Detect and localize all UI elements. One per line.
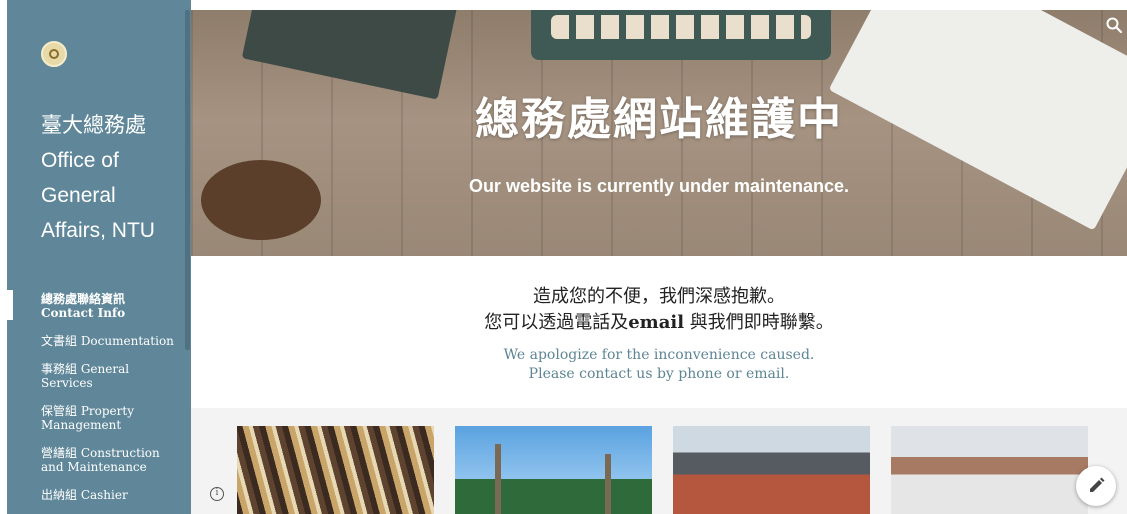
- hero-banner: 總務處網站維護中 Our website is currently under …: [191, 10, 1127, 256]
- gallery-image-rooftop-view[interactable]: [891, 426, 1088, 514]
- apology-text-zh: 造成您的不便，我們深感抱歉。: [533, 286, 785, 307]
- contact-text-zh: 您可以透過電話及email 與我們即時聯繫。: [191, 308, 1127, 334]
- active-nav-indicator: [0, 290, 13, 320]
- info-icon[interactable]: i: [210, 487, 224, 501]
- pencil-icon[interactable]: [1076, 466, 1116, 506]
- sidebar-item-general-services[interactable]: 事務組 General Services: [41, 362, 181, 390]
- sidebar-item-construction-maintenance[interactable]: 營繕組 Construction and Maintenance: [41, 446, 181, 474]
- hero-subtitle: Our website is currently under maintenan…: [468, 176, 850, 196]
- hero-pinecone-decoration: [201, 160, 321, 240]
- contact-text-zh-after: 與我們即時聯繫。: [684, 312, 834, 333]
- apology-text-en: We apologize for the inconvenience cause…: [191, 346, 1127, 384]
- site-title-line: Affairs, NTU: [41, 219, 155, 242]
- sidebar-item-documentation[interactable]: 文書組 Documentation: [41, 334, 181, 348]
- palm-trunk: [495, 444, 501, 514]
- apology-text-en-line1: We apologize for the inconvenience cause…: [503, 347, 815, 363]
- search-icon[interactable]: [1105, 16, 1123, 34]
- page-left-margin: [0, 0, 7, 514]
- site-title-line: General: [41, 184, 116, 207]
- sidebar-item-property-management[interactable]: 保管組 Property Management: [41, 404, 181, 432]
- gallery-image-archive-files[interactable]: [237, 426, 434, 514]
- contact-text-zh-before: 您可以透過電話及: [484, 312, 629, 333]
- image-gallery: [191, 408, 1127, 514]
- site-title[interactable]: 臺大總務處 Office of General Affairs, NTU: [41, 108, 186, 248]
- site-title-line: Office of: [41, 149, 119, 172]
- apology-text-en-line2: Please contact us by phone or email.: [528, 366, 790, 382]
- palm-trunk: [605, 454, 611, 514]
- site-title-line: 臺大總務處: [41, 114, 146, 137]
- gallery-image-campus-building[interactable]: [673, 426, 870, 514]
- hero-typewriter-decoration: [531, 10, 831, 60]
- sidebar: 臺大總務處 Office of General Affairs, NTU 總務處…: [0, 0, 191, 514]
- gallery-image-palm-trees[interactable]: [455, 426, 652, 514]
- sidebar-nav: 總務處聯絡資訊 Contact Info 文書組 Documentation 事…: [41, 292, 181, 514]
- ntu-seal-icon[interactable]: [41, 41, 67, 67]
- typewriter-keys: [551, 15, 811, 39]
- sidebar-item-contact-info[interactable]: 總務處聯絡資訊 Contact Info: [41, 292, 181, 320]
- hero-title: 總務處網站維護中: [475, 94, 843, 145]
- sidebar-item-cashier[interactable]: 出納組 Cashier: [41, 488, 181, 502]
- maintenance-message: 造成您的不便，我們深感抱歉。 您可以透過電話及email 與我們即時聯繫。 We…: [191, 256, 1127, 408]
- contact-text-zh-email: email: [628, 312, 685, 333]
